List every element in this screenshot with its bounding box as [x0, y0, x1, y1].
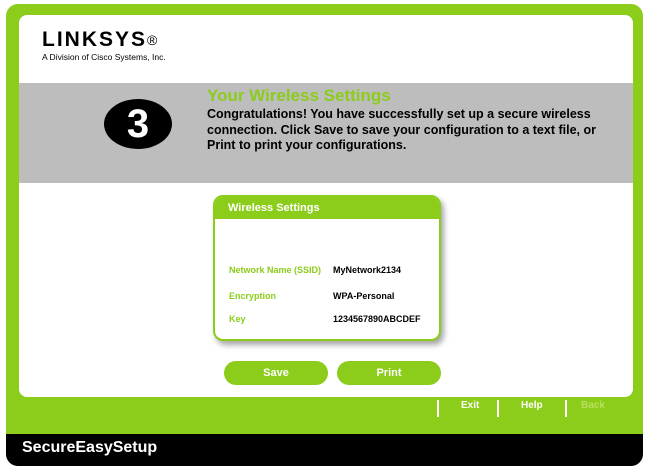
help-link[interactable]: Help: [521, 400, 543, 411]
exit-link[interactable]: Exit: [461, 400, 479, 411]
ssid-label: Network Name (SSID): [229, 265, 322, 275]
encryption-label: Encryption: [229, 291, 277, 301]
nav-divider: [565, 400, 567, 417]
ssid-value: MyNetwork2134: [333, 265, 402, 275]
footer-bar: SecureEasySetup: [6, 434, 643, 466]
step-number-badge: 3: [104, 99, 172, 149]
key-label: Key: [229, 314, 246, 324]
card-title: Wireless Settings: [215, 197, 439, 219]
save-button[interactable]: Save: [224, 361, 328, 385]
logo-subtitle: A Division of Cisco Systems, Inc.: [42, 52, 166, 62]
nav-divider: [437, 400, 439, 417]
logo-registered-mark: ®: [147, 32, 158, 48]
wireless-settings-card: Wireless Settings Network Name (SSID) My…: [213, 195, 441, 341]
bottom-nav: Exit Help Back: [400, 400, 640, 424]
success-message: Congratulations! You have successfully s…: [207, 107, 596, 152]
back-link[interactable]: Back: [581, 400, 605, 411]
content-panel: LINKSYS® A Division of Cisco Systems, In…: [19, 15, 633, 397]
footer-title: SecureEasySetup: [22, 439, 158, 456]
encryption-value: WPA-Personal: [333, 291, 395, 301]
key-value: 1234567890ABCDEF: [333, 314, 421, 324]
nav-divider: [497, 400, 499, 417]
linksys-logo: LINKSYS® A Division of Cisco Systems, In…: [42, 28, 166, 63]
page-title: Your Wireless Settings: [207, 86, 391, 105]
logo-brand: LINKSYS: [42, 28, 148, 51]
print-button[interactable]: Print: [337, 361, 441, 385]
header-band: 3 Your Wireless Settings Congratulations…: [19, 83, 633, 183]
